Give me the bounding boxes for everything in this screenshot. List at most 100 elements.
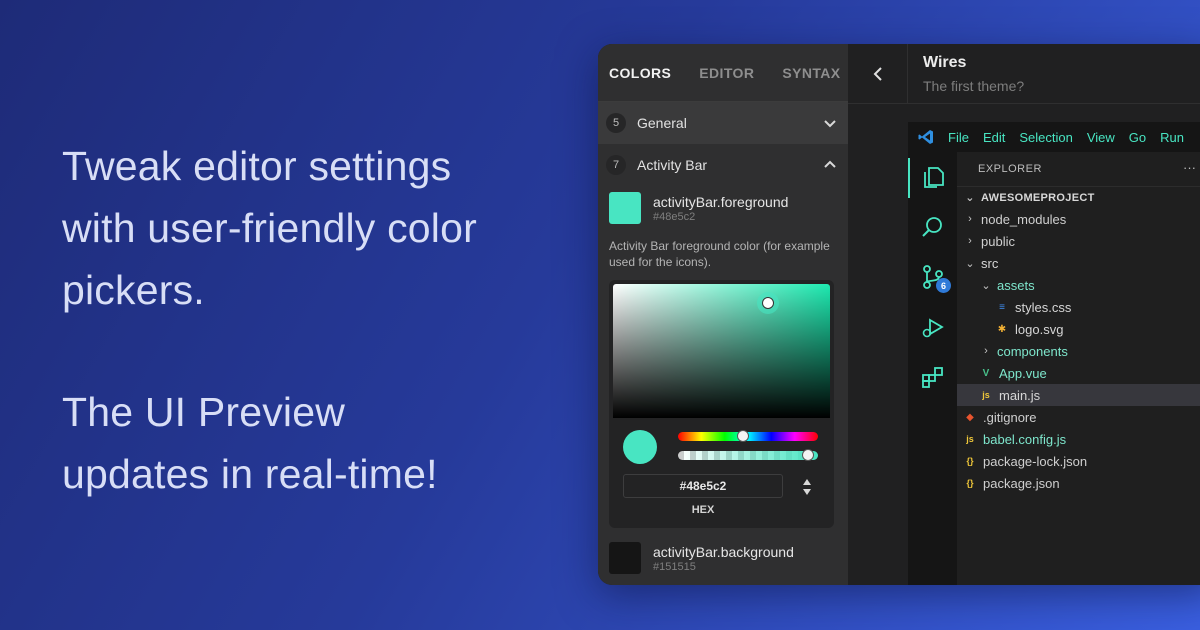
up-down-arrows-icon[interactable] — [801, 478, 813, 496]
run-debug-icon[interactable] — [920, 314, 946, 340]
alpha-slider[interactable] — [678, 449, 818, 461]
alpha-slider-handle[interactable] — [802, 449, 815, 461]
section-title: Activity Bar — [637, 157, 708, 173]
tree-item-label: src — [981, 255, 999, 271]
tree-item-label: package.json — [983, 475, 1060, 491]
chevron-down-icon — [824, 120, 836, 128]
section-count: 5 — [606, 113, 626, 133]
color-item-name: activityBar.foreground — [653, 193, 789, 210]
theme-name: Wires — [923, 54, 967, 71]
hue-slider[interactable] — [678, 430, 818, 442]
tree-item[interactable]: ✱ logo.svg — [957, 318, 1200, 340]
project-name: AWESOMEPROJECT — [981, 191, 1095, 204]
hue-slider-handle[interactable] — [736, 430, 749, 442]
color-swatch[interactable] — [609, 542, 641, 574]
tree-item-label: node_modules — [981, 211, 1067, 227]
tree-item-label: .gitignore — [983, 409, 1037, 425]
ui-preview: Wires The first theme? File Edit Selecti… — [848, 44, 1200, 585]
tree-item[interactable]: {} package.json — [957, 472, 1200, 494]
color-item-hex: #48e5c2 — [653, 210, 696, 223]
app-window: COLORS EDITOR SYNTAX 5 General 7 Activit… — [598, 44, 1200, 585]
menu-run[interactable]: Run — [1160, 130, 1184, 145]
tree-item-label: assets — [997, 277, 1035, 293]
files-icon[interactable] — [920, 164, 946, 190]
chevron-up-icon — [824, 160, 836, 168]
tab-editor[interactable]: EDITOR — [699, 65, 754, 81]
color-item-activitybar-foreground[interactable]: activityBar.foreground #48e5c2 — [598, 186, 848, 230]
scm-badge: 6 — [936, 278, 951, 293]
menu-go[interactable]: Go — [1129, 130, 1146, 145]
git-file-icon: ◆ — [966, 411, 974, 423]
file-tree: › node_modules › public ⌄ src ⌄ assets ≡ styles.c… — [957, 208, 1200, 494]
search-icon[interactable] — [920, 214, 946, 240]
tagline-line: pickers. — [62, 267, 205, 313]
extensions-icon[interactable] — [920, 364, 946, 390]
tree-item[interactable]: V App.vue — [957, 362, 1200, 384]
js-file-icon: js — [966, 434, 974, 444]
menu-selection[interactable]: Selection — [1019, 130, 1072, 145]
tree-item[interactable]: › public — [957, 230, 1200, 252]
tree-item[interactable]: ⌄ src — [957, 252, 1200, 274]
tagline: Tweak editor settings with user-friendly… — [62, 135, 562, 505]
tree-item-label: components — [997, 343, 1068, 359]
menu-file[interactable]: File — [948, 130, 969, 145]
tagline-line: updates in real-time! — [62, 451, 438, 497]
activity-bar: 6 — [908, 152, 957, 585]
tagline-line: Tweak editor settings — [62, 143, 452, 189]
explorer-header: EXPLORER — [978, 163, 1042, 175]
tagline-line: The UI Preview — [62, 389, 346, 435]
explorer-sidebar: EXPLORER ··· ⌄ AWESOMEPROJECT › node_modu… — [957, 152, 1200, 585]
settings-panel: COLORS EDITOR SYNTAX 5 General 7 Activit… — [598, 44, 848, 585]
section-general[interactable]: 5 General — [598, 102, 848, 144]
chevron-left-icon — [873, 67, 882, 81]
more-actions-icon[interactable]: ··· — [1183, 160, 1196, 175]
project-folder[interactable]: ⌄ AWESOMEPROJECT — [957, 186, 1200, 208]
saturation-handle[interactable] — [757, 292, 779, 314]
tree-item-label: App.vue — [999, 365, 1047, 381]
preview-header: Wires The first theme? — [848, 44, 1200, 104]
vue-file-icon: V — [982, 367, 990, 379]
tree-item[interactable]: ⌄ assets — [957, 274, 1200, 296]
tree-item[interactable]: {} package-lock.json — [957, 450, 1200, 472]
tree-item[interactable]: ≡ styles.css — [957, 296, 1200, 318]
tree-item[interactable]: › components — [957, 340, 1200, 362]
section-title: General — [637, 115, 687, 131]
color-item-name: activityBar.background — [653, 543, 794, 560]
color-mode-label: HEX — [691, 504, 715, 516]
color-preview-dot — [623, 430, 657, 464]
color-swatch[interactable] — [609, 192, 641, 224]
saturation-area[interactable] — [613, 284, 830, 418]
tab-syntax[interactable]: SYNTAX — [782, 65, 840, 81]
section-count: 7 — [606, 155, 626, 175]
vscode-mock: File Edit Selection View Go Run 6 EXPLOR… — [908, 122, 1200, 585]
json-file-icon: {} — [966, 478, 974, 488]
tab-colors[interactable]: COLORS — [609, 65, 671, 81]
chevron-right-icon: › — [968, 235, 972, 247]
color-item-hex: #151515 — [653, 560, 696, 573]
section-activity-bar[interactable]: 7 Activity Bar — [598, 144, 848, 186]
hex-input[interactable]: #48e5c2 — [623, 474, 783, 498]
tree-item[interactable]: js main.js — [957, 384, 1200, 406]
menu-view[interactable]: View — [1087, 130, 1115, 145]
tree-item[interactable]: js babel.config.js — [957, 428, 1200, 450]
js-file-icon: js — [982, 390, 990, 400]
tree-item[interactable]: ◆ .gitignore — [957, 406, 1200, 428]
color-item-activitybar-background[interactable]: activityBar.background #151515 — [598, 536, 848, 580]
color-description: Activity Bar foreground color (for examp… — [609, 239, 830, 269]
back-button[interactable] — [848, 44, 908, 104]
json-file-icon: {} — [966, 456, 974, 466]
chevron-right-icon: › — [984, 345, 988, 357]
tree-item-label: logo.svg — [1015, 321, 1064, 337]
tree-item-label: styles.css — [1015, 299, 1072, 315]
tree-item-label: public — [981, 233, 1015, 249]
active-indicator — [908, 158, 910, 198]
title-bar: File Edit Selection View Go Run — [908, 122, 1200, 152]
tree-item-label: babel.config.js — [983, 431, 1067, 447]
tree-item-label: main.js — [999, 387, 1041, 403]
tree-item[interactable]: › node_modules — [957, 208, 1200, 230]
vscode-logo-icon — [918, 130, 933, 144]
chevron-down-icon: ⌄ — [965, 192, 975, 204]
menu-edit[interactable]: Edit — [983, 130, 1005, 145]
chevron-down-icon: ⌄ — [981, 279, 991, 292]
tab-bar: COLORS EDITOR SYNTAX — [598, 44, 848, 102]
